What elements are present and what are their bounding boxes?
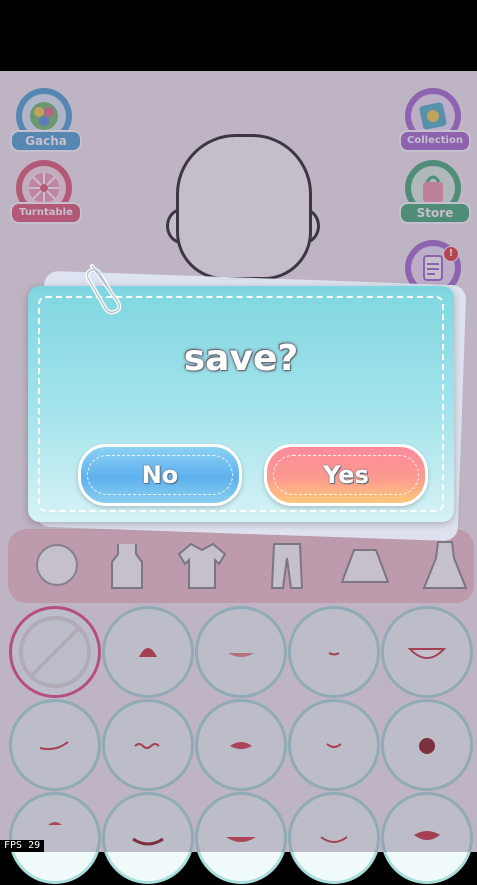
top-black-bar: [0, 0, 477, 71]
dialog-title: save?: [183, 338, 299, 379]
no-button-dash: [87, 455, 233, 495]
paperclip-icon: [85, 264, 122, 315]
no-button[interactable]: No: [78, 444, 242, 506]
save-dialog: save? No Yes: [28, 286, 454, 522]
yes-button[interactable]: Yes: [264, 444, 428, 506]
yes-button-dash: [273, 455, 419, 495]
fps-counter: FPS 29: [0, 840, 45, 852]
